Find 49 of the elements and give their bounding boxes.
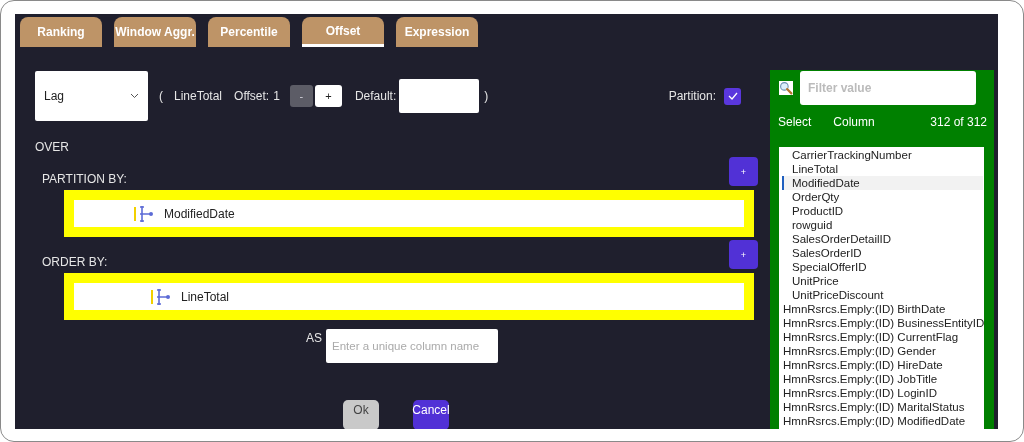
list-item[interactable]: HmnRsrcs.Emply:(ID) BusinessEntityID bbox=[780, 316, 983, 330]
offset-label: Offset: bbox=[234, 89, 270, 103]
list-item[interactable]: HmnRsrcs.Emply:(ID) CurrentFlag bbox=[780, 330, 983, 344]
section-label: ORDER BY: bbox=[42, 255, 108, 269]
list-item[interactable]: OrderQty bbox=[782, 190, 983, 204]
default-field[interactable] bbox=[399, 79, 480, 113]
list-item[interactable]: HmnRsrcs.Emply:(ID) LoginID bbox=[780, 386, 983, 400]
section-label: PARTITION BY: bbox=[42, 172, 127, 186]
list-item[interactable]: UnitPrice bbox=[782, 274, 983, 288]
function-dropdown[interactable]: Lag bbox=[35, 71, 148, 121]
ok-button[interactable]: Ok bbox=[343, 400, 379, 429]
paren: ( bbox=[159, 89, 163, 103]
decrement-button[interactable]: - bbox=[289, 85, 313, 107]
filter-field[interactable]: Filter value bbox=[800, 71, 976, 105]
add-button[interactable]: + bbox=[729, 157, 758, 186]
list-item[interactable]: LineTotal bbox=[782, 162, 983, 176]
list-item[interactable]: SalesOrderDetailID bbox=[782, 232, 983, 246]
offset-value: 1 bbox=[273, 89, 280, 103]
item-count: 312 of 312 bbox=[930, 115, 987, 129]
list-item[interactable]: ModifiedDate bbox=[782, 176, 983, 190]
list-item[interactable]: ProductID bbox=[782, 204, 983, 218]
list-item[interactable]: CarrierTrackingNumber bbox=[782, 148, 983, 162]
column-name: LineTotal bbox=[174, 89, 223, 103]
alias-field[interactable]: Enter a unique column name bbox=[326, 329, 498, 363]
list-item[interactable]: SalesOrderID bbox=[782, 246, 983, 260]
check-icon bbox=[727, 92, 738, 100]
column-header: Column bbox=[833, 115, 875, 129]
column-name: LineTotal bbox=[181, 289, 230, 304]
list-item[interactable]: UnitPriceDiscount bbox=[782, 288, 983, 302]
list-item[interactable]: HmnRsrcs.Emply:(ID) Gender bbox=[780, 344, 983, 358]
chevron-down-icon bbox=[130, 93, 139, 99]
default-label: Default: bbox=[354, 89, 397, 103]
list-item[interactable]: HmnRsrcs.Emply:(ID) BirthDate bbox=[780, 302, 983, 316]
list-item[interactable]: SpecialOfferID bbox=[782, 260, 983, 274]
partition-checkbox[interactable] bbox=[724, 87, 741, 105]
list-item[interactable]: rowguid bbox=[782, 218, 983, 232]
cancel-button[interactable]: Cancel bbox=[413, 400, 449, 429]
increment-button[interactable]: + bbox=[314, 85, 342, 107]
list-item[interactable]: HmnRsrcs.Emply:(ID) ModifiedDate bbox=[780, 414, 983, 428]
list-item[interactable]: HmnRsrcs.Emply:(ID) HireDate bbox=[780, 358, 983, 372]
column-header: Select bbox=[778, 115, 812, 129]
list-item[interactable]: HmnRsrcs.Emply:(ID) JobTitle bbox=[780, 372, 983, 386]
paren: ) bbox=[484, 89, 489, 103]
partition-label: Partition: bbox=[668, 89, 716, 103]
over-label: OVER bbox=[35, 140, 70, 154]
column-name: ModifiedDate bbox=[164, 206, 235, 221]
add-button[interactable]: + bbox=[729, 240, 758, 269]
alias-label: AS bbox=[306, 331, 322, 345]
list-item[interactable]: HmnRsrcs.Emply:(ID) MaritalStatus bbox=[780, 400, 983, 414]
